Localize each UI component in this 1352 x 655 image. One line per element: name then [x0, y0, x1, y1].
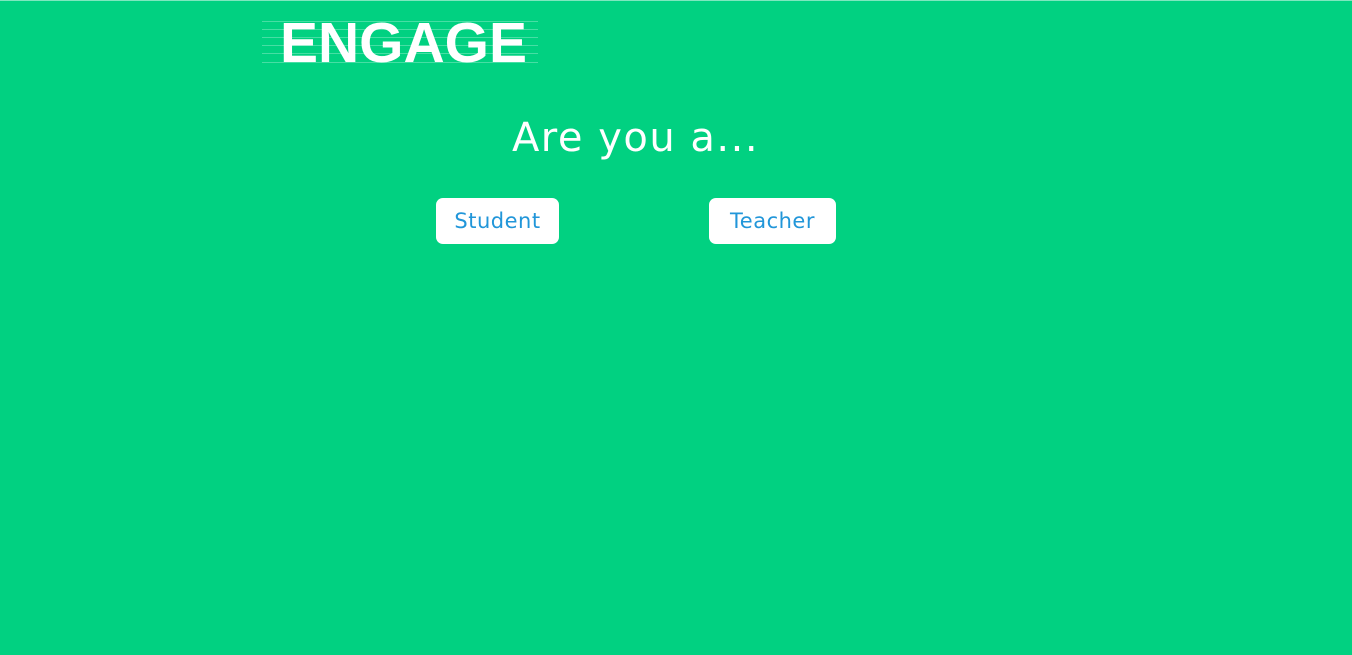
top-border [0, 0, 1352, 1]
logo-text: ENGAGE [280, 11, 528, 75]
role-prompt-heading: Are you a... [511, 115, 760, 161]
teacher-button[interactable]: Teacher [709, 198, 836, 244]
engage-logo: ENGAGE [262, 15, 538, 72]
student-button[interactable]: Student [436, 198, 559, 244]
